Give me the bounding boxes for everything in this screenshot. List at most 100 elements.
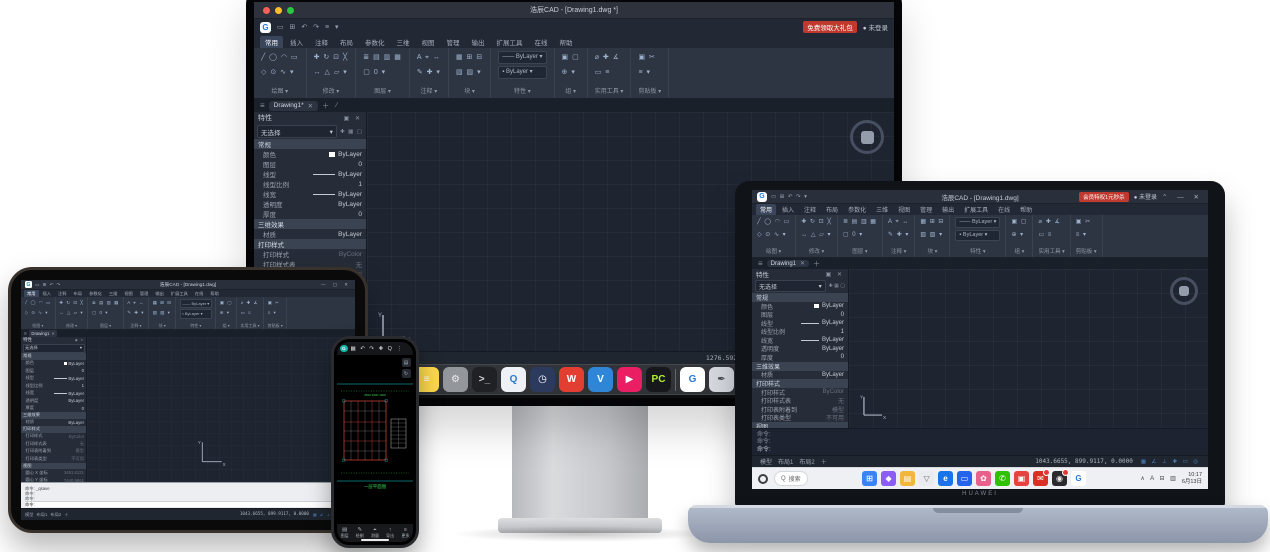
ribbon-tools-row[interactable]: ▣ ▢ [220,298,233,308]
ribbon-tab[interactable]: 在线 [192,290,207,297]
ribbon-tools-row[interactable]: ▧ ▨ ▾ [920,229,944,242]
section-header[interactable]: 打印样式 [254,239,366,249]
document-tab[interactable]: Drawing1 ✕ [29,330,58,337]
taskbar-clock[interactable]: 10:17 6月13日 [1182,472,1202,485]
property-row[interactable]: 材质 ByLayer [752,371,848,380]
ribbon-group-label[interactable]: 剪贴板 ▾ [268,323,283,329]
ribbon-group-label[interactable]: 图层 ▾ [363,88,402,97]
ribbon-tab[interactable]: 注释 [800,204,820,215]
ribbon-group-label[interactable]: 注释 ▾ [417,88,441,97]
promo-badge[interactable]: 免费领取大礼包 [803,21,857,33]
palette-header-icons[interactable]: ▣ ✕ [826,271,844,278]
ribbon-tools-row[interactable]: —— ByLayer ▾ [498,51,546,64]
ribbon-tools-row[interactable]: ✚ ↻ ⊡ ╳ [314,50,349,65]
ribbon-tab[interactable]: 布局 [822,204,842,215]
layout-tab[interactable]: 模型 [25,512,34,518]
dock-app-icon[interactable]: PC [646,367,671,392]
drawing-viewport[interactable]: 3600 3900 4200 [337,355,413,524]
layout-tab[interactable]: 模型 [760,457,772,466]
ribbon-tools-row[interactable]: ⌀ ✚ ∡ [241,298,260,308]
menu-icon[interactable]: ≡ [260,101,265,110]
selection-dropdown[interactable]: 无选择 ▾ [23,344,85,353]
ribbon-tab[interactable]: 常用 [260,36,283,48]
property-row[interactable]: 图层 0 [21,367,86,375]
ribbon-tab[interactable]: 视图 [121,290,136,297]
taskbar-app-icon[interactable]: ✉ [1033,471,1048,486]
property-row[interactable]: 打印样式 ByColor [21,433,86,441]
layout-tab[interactable]: 布局1 [778,457,793,466]
ribbon-tab[interactable]: 常用 [756,204,776,215]
ribbon-tab[interactable]: 管理 [442,36,465,48]
section-header[interactable]: 打印样式 [752,379,848,388]
property-row[interactable]: 打印表类型 不可用 [752,414,848,423]
ribbon-tab[interactable]: 常用 [24,290,39,297]
quick-select-icons[interactable]: ✚ ▦ ▢ [829,283,845,289]
nav-item[interactable]: ▤ 图层 [341,527,349,540]
toolbar-icons[interactable]: ▦ ↶ ↷ ✚ Q ⋮ [351,346,404,352]
login-button[interactable]: ● 未登录 [1134,192,1157,201]
ribbon-tab[interactable]: 注释 [310,36,333,48]
ribbon-tools-row[interactable]: ▪ ByLayer ▾ [955,230,1000,241]
property-row[interactable]: 颜色 ByLayer [21,360,86,368]
promo-badge[interactable]: 会员特权1元秒杀 [1079,192,1129,202]
section-header[interactable]: 三维效果 [752,362,848,371]
taskbar-search[interactable]: Q 搜索 [774,471,808,486]
layout-tab[interactable]: 布局1 [37,512,48,518]
property-row[interactable]: 线型 ByLayer [21,375,86,383]
ribbon-tools-row[interactable]: ◇ ⊙ ∿ ▾ [261,65,299,80]
ribbon-tab[interactable]: 帮助 [555,36,578,48]
ribbon-tab[interactable]: 插入 [778,204,798,215]
ribbon-group-label[interactable]: 实用工具 ▾ [1038,248,1064,256]
close-icon[interactable] [263,7,270,14]
ribbon-group-label[interactable]: 组 ▾ [1011,248,1027,256]
property-row[interactable]: 圆心 X 坐标 3481.6121 [21,469,86,477]
ribbon-group-label[interactable]: 图层 ▾ [843,248,877,256]
taskbar-app-icon[interactable]: e [938,471,953,486]
menu-icon[interactable]: ≡ [758,259,763,268]
dock-app-icon[interactable]: >_ [472,367,497,392]
drawing-canvas[interactable]: Y X [87,337,355,482]
ribbon-tools-row[interactable]: ▧ ▨ ▾ [456,65,483,80]
ribbon-tools-row[interactable]: ╱ ◯ ◠ ▭ [25,298,52,308]
new-tab-button[interactable]: ＋ [322,101,332,111]
ribbon-tools-row[interactable]: ✎ ✚ ▾ [888,229,909,242]
taskbar-app-icon[interactable]: ✿ [976,471,991,486]
ribbon-group-label[interactable]: 组 ▾ [562,88,580,97]
ribbon-group-label[interactable]: 图层 ▾ [92,323,119,329]
app-logo-icon[interactable]: G [25,281,32,288]
layout-tab[interactable]: ＋ [821,457,827,466]
dock-app-icon[interactable]: W [559,367,584,392]
ribbon-group-label[interactable]: 特性 ▾ [180,323,212,329]
dock-app-icon[interactable]: ✒ [709,367,734,392]
layout-tab[interactable]: ＋ [64,512,68,518]
ribbon-tab[interactable]: 插入 [40,290,55,297]
ribbon-tools-row[interactable]: ╱ ◯ ◠ ▭ [261,50,299,65]
ribbon-tools-row[interactable]: —— ByLayer ▾ [955,217,1000,228]
ribbon-tab[interactable]: 管理 [137,290,152,297]
section-header[interactable]: 三维效果 [254,219,366,229]
pin-icon[interactable]: ∕ [336,102,340,109]
ribbon-tools-row[interactable]: ≡ ▾ [268,308,283,318]
ribbon-tools-row[interactable]: ▢ 0 ▾ [843,229,877,242]
property-row[interactable]: 透明度 ByLayer [21,397,86,405]
ribbon-tools-row[interactable]: ⊕ ▾ [220,308,233,318]
ribbon-group-label[interactable]: 块 ▾ [456,88,483,97]
property-row[interactable]: 线宽 ByLayer [254,189,366,199]
nav-item[interactable]: ✎ 绘制 [356,527,364,540]
ribbon-tools-row[interactable]: A ⌖ ↔ [127,298,144,308]
property-row[interactable]: 打印表类型 不可用 [21,455,86,463]
command-prompt[interactable]: 命令: [25,501,351,507]
app-logo-icon[interactable]: G [260,22,271,33]
dock-app-icon[interactable]: ◷ [530,367,555,392]
ribbon-group-label[interactable]: 块 ▾ [153,323,172,329]
ribbon-tools-row[interactable]: ≣ ▤ ▥ ▦ [92,298,119,308]
view-cube[interactable] [850,120,884,154]
window-buttons[interactable]: — ▢ ✕ [321,282,351,288]
taskbar-app-icon[interactable]: ⊞ [862,471,877,486]
ribbon-tools-row[interactable]: ▢ 0 ▾ [92,308,119,318]
ribbon-tab[interactable]: 帮助 [207,290,222,297]
document-tab[interactable]: Drawing1* ✕ [269,101,318,111]
home-indicator[interactable] [361,539,389,541]
ribbon-tools-row[interactable]: ≣ ▤ ▥ ▦ [843,216,877,229]
dock-app-icon[interactable]: ⚙ [443,367,468,392]
